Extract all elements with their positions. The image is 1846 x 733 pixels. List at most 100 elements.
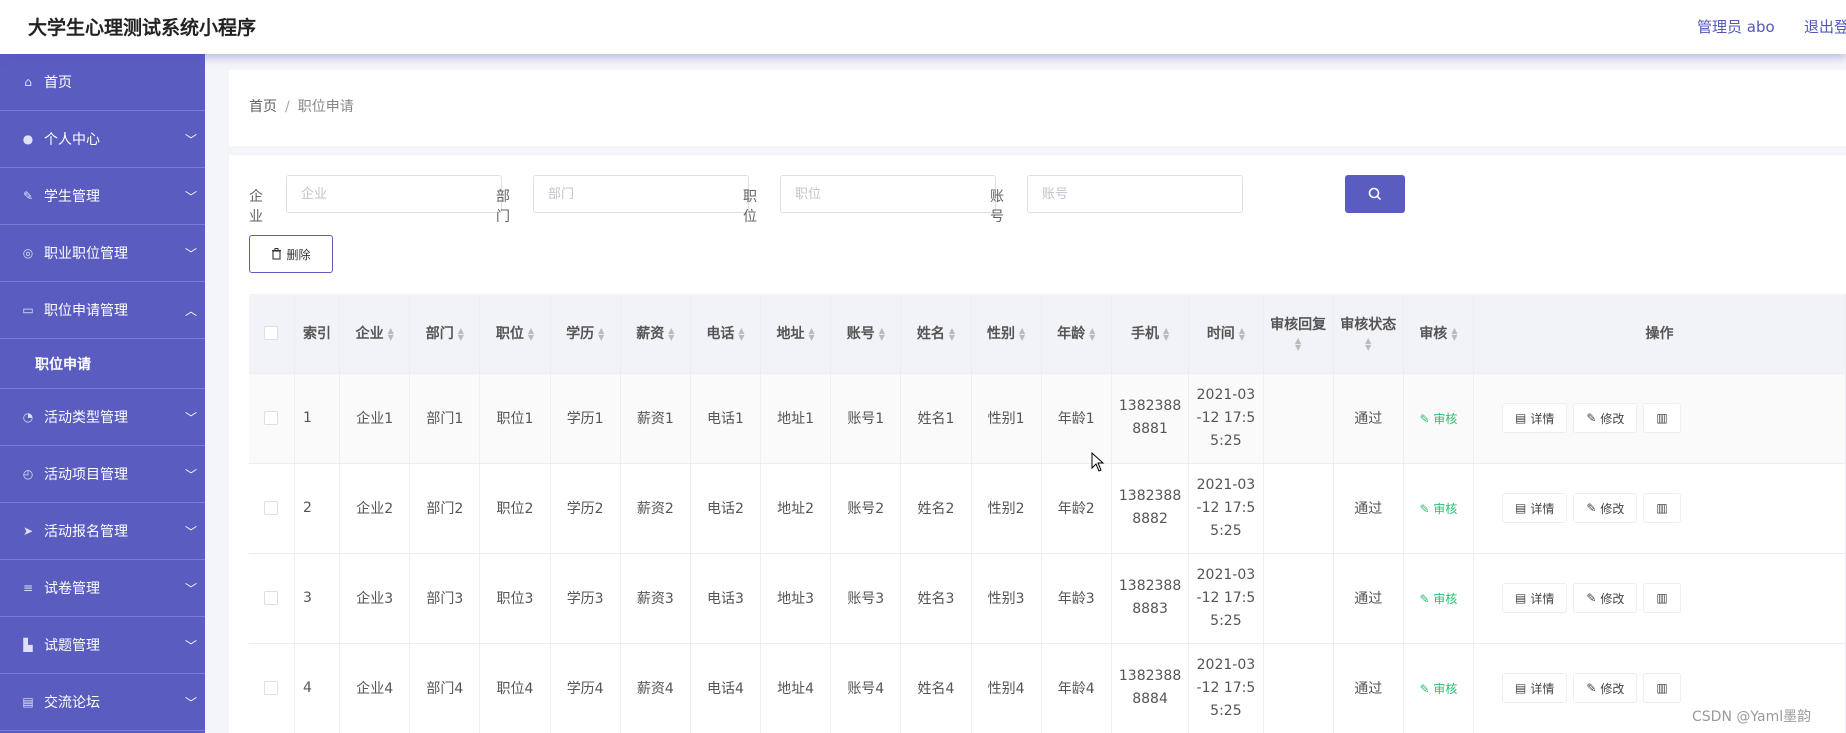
search-button[interactable]	[1345, 175, 1405, 213]
edit-button[interactable]: ✎ 修改	[1573, 673, 1638, 703]
column-header-label: 职位	[495, 326, 524, 343]
cell-status: 通过	[1333, 553, 1404, 644]
audit-link[interactable]: ✎ 审核	[1419, 412, 1457, 426]
column-header[interactable]: 薪资 ▲ ▼	[620, 294, 691, 374]
cell-addr: 地址3	[760, 553, 832, 644]
cell-position: 职位1	[479, 373, 551, 464]
row-checkbox[interactable]	[264, 681, 279, 695]
column-header[interactable]: 电话 ▲ ▼	[690, 294, 762, 374]
select-all-checkbox[interactable]	[264, 326, 279, 341]
cell-salary: 薪资3	[620, 553, 691, 644]
cell-dept: 部门4	[409, 643, 481, 733]
detail-button[interactable]: ▤ 详情	[1501, 583, 1568, 613]
column-header[interactable]: 年龄 ▲ ▼	[1041, 294, 1112, 374]
column-header[interactable]: 职位 ▲ ▼	[479, 294, 551, 374]
column-header[interactable]: 审核状态 ▲ ▼	[1333, 294, 1404, 374]
column-header[interactable]: 姓名 ▲ ▼	[900, 294, 972, 374]
sort-caret-icon[interactable]: ▲ ▼	[598, 327, 604, 342]
delete-row-button[interactable]: ▥	[1643, 403, 1681, 433]
cell-edu: 学历1	[550, 373, 621, 464]
sidebar-item-2[interactable]: ✎ 学生管理 ﹀	[0, 168, 205, 225]
cell-addr: 地址2	[760, 463, 832, 554]
app-title: 大学生心理测试系统小程序	[28, 17, 257, 39]
edit-button[interactable]: ✎ 修改	[1573, 583, 1638, 613]
row-checkbox[interactable]	[264, 591, 279, 605]
phone-part: 8883	[1132, 601, 1168, 617]
position-search-input[interactable]	[780, 175, 996, 213]
sidebar-item-1[interactable]: ● 个人中心 ﹀	[0, 111, 205, 168]
edit-button[interactable]: ✎ 修改	[1573, 403, 1638, 433]
account-search-input[interactable]	[1027, 175, 1243, 213]
delete-row-button[interactable]: ▥	[1643, 673, 1681, 703]
sidebar-item-7[interactable]: ➤ 活动报名管理 ﹀	[0, 503, 205, 560]
cell-account: 账号4	[830, 643, 902, 733]
sort-caret-icon[interactable]: ▲ ▼	[1334, 337, 1403, 352]
company-search-input[interactable]	[286, 175, 502, 213]
column-header[interactable]: 审核回复 ▲ ▼	[1263, 294, 1334, 374]
sort-caret-icon[interactable]: ▲ ▼	[458, 327, 464, 342]
cell-operations: ▤ 详情 ✎ 修改 ▥	[1473, 463, 1846, 554]
sidebar-item-4[interactable]: ▭ 职位申请管理 ︿	[0, 282, 205, 339]
trash-icon: ▥	[1656, 681, 1668, 695]
cell-reply	[1263, 463, 1334, 554]
detail-button[interactable]: ▤ 详情	[1501, 673, 1568, 703]
table-row: 1 企业1 部门1 职位1 学历1 薪资1 电话1 地址1 账号1 姓名1 性别1 年龄1 138238…	[249, 373, 1846, 464]
edit-button[interactable]: ✎ 修改	[1573, 493, 1638, 523]
audit-link[interactable]: ✎ 审核	[1419, 682, 1457, 696]
dept-search-input[interactable]	[533, 175, 749, 213]
breadcrumb-home[interactable]: 首页	[249, 99, 277, 115]
delete-row-button[interactable]: ▥	[1643, 493, 1681, 523]
cell-tel: 电话3	[690, 553, 762, 644]
sort-caret-icon[interactable]: ▲ ▼	[1239, 327, 1245, 342]
sort-caret-icon[interactable]: ▲ ▼	[1451, 327, 1457, 342]
row-checkbox[interactable]	[264, 501, 279, 515]
column-header[interactable]: 性别 ▲ ▼	[971, 294, 1042, 374]
column-header-label: 索引	[303, 326, 332, 343]
phone-part: 8884	[1132, 691, 1168, 707]
sidebar-item-10[interactable]: ▤ 交流论坛 ﹀	[0, 674, 205, 731]
column-header[interactable]: 账号 ▲ ▼	[830, 294, 902, 374]
sidebar-subitem-job-application[interactable]: 职位申请	[0, 339, 205, 389]
detail-button[interactable]: ▤ 详情	[1501, 403, 1568, 433]
sidebar-item-5[interactable]: ◔ 活动类型管理 ﹀	[0, 389, 205, 446]
sort-caret-icon[interactable]: ▲ ▼	[668, 327, 674, 342]
sort-caret-icon[interactable]: ▲ ▼	[388, 327, 394, 342]
delete-row-button[interactable]: ▥	[1643, 583, 1681, 613]
time-part: 2021-03	[1196, 476, 1256, 493]
delete-button[interactable]: 删除	[249, 235, 333, 273]
cell-status: 通过	[1333, 373, 1404, 464]
column-header-label: 时间	[1206, 326, 1235, 343]
time-part: 5:25	[1210, 522, 1242, 539]
sort-caret-icon[interactable]: ▲ ▼	[879, 327, 885, 342]
column-header[interactable]: 审核 ▲ ▼	[1403, 294, 1474, 374]
sort-caret-icon[interactable]: ▲ ▼	[1019, 327, 1025, 342]
audit-link[interactable]: ✎ 审核	[1419, 592, 1457, 606]
sort-caret-icon[interactable]: ▲ ▼	[1264, 337, 1333, 352]
sort-caret-icon[interactable]: ▲ ▼	[1089, 327, 1095, 342]
column-header[interactable]: 部门 ▲ ▼	[409, 294, 481, 374]
trash-icon: ▥	[1656, 501, 1668, 515]
cell-edu: 学历3	[550, 553, 621, 644]
row-checkbox[interactable]	[264, 411, 279, 425]
sidebar-item-0[interactable]: ⌂ 首页	[0, 54, 205, 111]
cell-salary: 薪资4	[620, 643, 691, 733]
leaf-icon: ✎	[22, 189, 34, 203]
sidebar-item-8[interactable]: ≡ 试卷管理 ﹀	[0, 560, 205, 617]
sidebar-item-3[interactable]: ◎ 职业职位管理 ﹀	[0, 225, 205, 282]
sort-caret-icon[interactable]: ▲ ▼	[528, 327, 534, 342]
cell-company: 企业4	[339, 643, 411, 733]
column-header[interactable]: 企业 ▲ ▼	[339, 294, 411, 374]
sidebar-item-6[interactable]: ◴ 活动项目管理 ﹀	[0, 446, 205, 503]
sort-caret-icon[interactable]: ▲ ▼	[949, 327, 955, 342]
detail-button[interactable]: ▤ 详情	[1501, 493, 1568, 523]
sort-caret-icon[interactable]: ▲ ▼	[738, 327, 744, 342]
audit-link[interactable]: ✎ 审核	[1419, 502, 1457, 516]
column-header[interactable]: 时间 ▲ ▼	[1188, 294, 1264, 374]
column-header[interactable]: 地址 ▲ ▼	[760, 294, 832, 374]
column-header[interactable]: 手机 ▲ ▼	[1111, 294, 1190, 374]
sort-caret-icon[interactable]: ▲ ▼	[1163, 327, 1169, 342]
column-header[interactable]: 学历 ▲ ▼	[550, 294, 621, 374]
sort-caret-icon[interactable]: ▲ ▼	[809, 327, 815, 342]
sidebar-item-9[interactable]: ▙ 试题管理 ﹀	[0, 617, 205, 674]
logout-link[interactable]: 退出登录	[1804, 16, 1846, 37]
